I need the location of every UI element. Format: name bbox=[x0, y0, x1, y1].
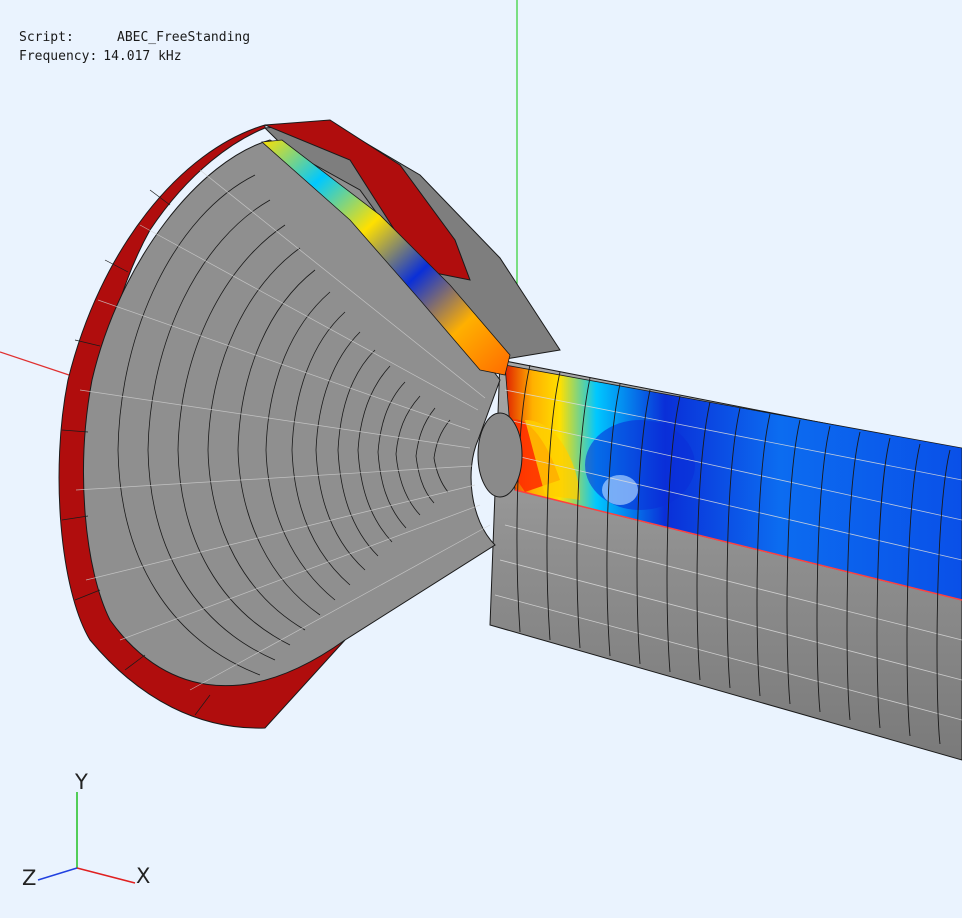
frequency-value: 14.017 kHz bbox=[103, 49, 182, 64]
frequency-label: Frequency: bbox=[19, 49, 98, 64]
mesh-scene[interactable] bbox=[0, 0, 962, 918]
info-overlay: Script: ABEC_FreeStanding Frequency: 14.… bbox=[19, 28, 250, 66]
script-value: ABEC_FreeStanding bbox=[117, 30, 251, 45]
orientation-gizmo bbox=[37, 792, 136, 884]
gizmo-y-label: Y bbox=[75, 770, 88, 794]
tube-body bbox=[489, 359, 962, 761]
gizmo-z-axis bbox=[37, 867, 78, 881]
gizmo-x-axis bbox=[76, 867, 136, 884]
gizmo-x-label: X bbox=[136, 864, 151, 888]
3d-viewport[interactable]: Script: ABEC_FreeStanding Frequency: 14.… bbox=[0, 0, 962, 918]
frequency-row: Frequency: 14.017 kHz bbox=[19, 47, 250, 66]
gizmo-z-label: Z bbox=[22, 866, 37, 890]
world-x-axis bbox=[0, 351, 76, 378]
throat bbox=[477, 412, 523, 498]
script-label: Script: bbox=[19, 30, 74, 45]
horn-flare bbox=[58, 119, 561, 729]
script-row: Script: ABEC_FreeStanding bbox=[19, 28, 250, 47]
